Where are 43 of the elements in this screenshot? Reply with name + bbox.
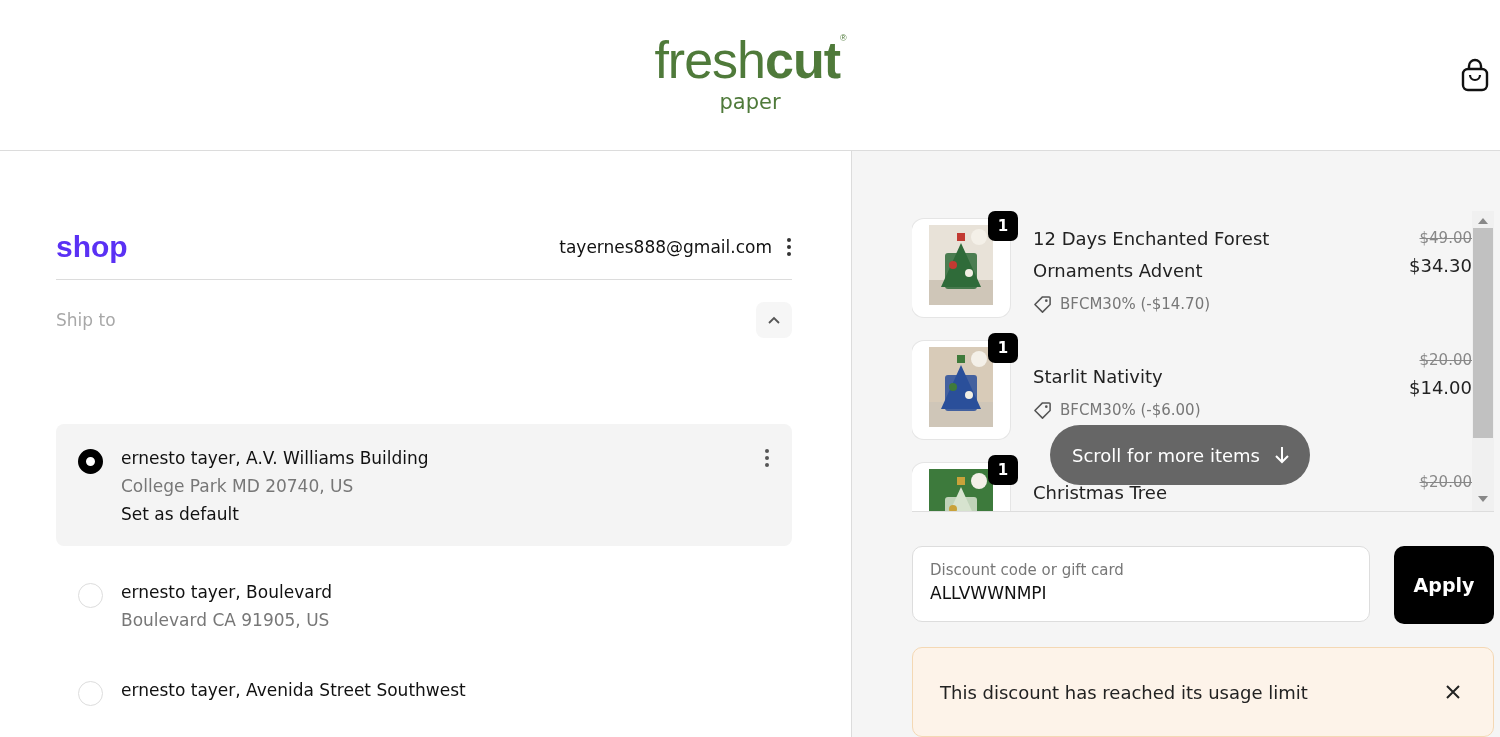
close-icon[interactable]: [1445, 684, 1461, 700]
chevron-up-icon: [768, 316, 780, 324]
original-price: $20.00: [1419, 473, 1472, 491]
discount-code-input[interactable]: ALLVWWNMPI: [930, 583, 1352, 603]
address-name: ernesto tayer, Boulevard: [121, 582, 334, 602]
address-name: ernesto tayer, Avenida Street Southwest: [121, 680, 467, 700]
shop-logo: shop: [56, 230, 128, 264]
more-options-icon[interactable]: [764, 448, 770, 468]
account-email: tayernes888@gmail.com: [559, 237, 772, 257]
quantity-badge: 1: [988, 455, 1018, 485]
radio-button[interactable]: [78, 449, 103, 474]
address-option[interactable]: ernesto tayer, Avenida Street Southwest: [56, 666, 792, 720]
address-name: ernesto tayer, A.V. Williams Building: [121, 448, 430, 468]
ship-to-label: Ship to: [56, 310, 116, 330]
field-label: Discount code or gift card: [930, 561, 1125, 579]
address-detail: Boulevard CA 91905, US: [121, 610, 331, 630]
tag-icon: [1033, 400, 1052, 420]
discount-label: BFCM30% (-$14.70): [1060, 295, 1211, 313]
original-price: $20.00: [1419, 351, 1472, 369]
address-option[interactable]: ernesto tayer, A.V. Williams Building College Park MD 20740, US Set as default: [56, 424, 792, 546]
set-default-link[interactable]: Set as default: [121, 504, 746, 524]
original-price: $49.00: [1419, 229, 1472, 247]
discount-label: BFCM30% (-$6.00): [1060, 401, 1201, 419]
scroll-hint-button[interactable]: Scroll for more items: [1050, 425, 1310, 485]
product-name: Starlit Nativity: [1033, 364, 1164, 389]
collapse-button[interactable]: [756, 302, 792, 338]
discount-code-field[interactable]: Discount code or gift card ALLVWWNMPI: [912, 546, 1370, 622]
address-detail: College Park MD 20740, US: [121, 476, 355, 496]
sale-price: $34.30: [1409, 255, 1472, 276]
brand-logo-subtitle: paper: [719, 90, 781, 114]
arrow-down-icon: [1273, 445, 1290, 465]
apply-button[interactable]: Apply: [1394, 546, 1494, 624]
shopping-bag-icon[interactable]: [1460, 58, 1490, 92]
brand-logo[interactable]: freshcut$^{®}$: [654, 34, 846, 86]
tag-icon: [1033, 294, 1052, 314]
warning-message: This discount has reached its usage limit: [940, 681, 1308, 703]
quantity-badge: 1: [988, 211, 1018, 241]
scrollbar[interactable]: [1472, 211, 1494, 511]
quantity-badge: 1: [988, 333, 1018, 363]
address-option[interactable]: ernesto tayer, Boulevard Boulevard CA 91905, US: [56, 568, 792, 644]
product-name: 12 Days Enchanted Forest Ornaments Advent: [1033, 226, 1271, 283]
more-options-icon[interactable]: [786, 237, 792, 257]
sale-price: $14.00: [1409, 377, 1472, 398]
